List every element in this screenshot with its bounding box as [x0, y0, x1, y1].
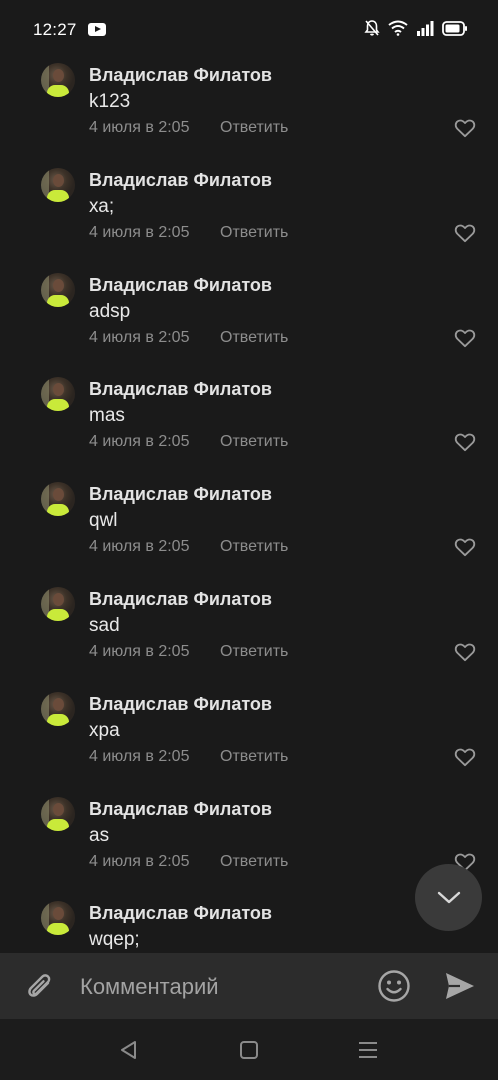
heart-icon[interactable] — [454, 747, 476, 767]
comment-author[interactable]: Владислав Филатов — [89, 589, 272, 610]
avatar[interactable] — [41, 272, 75, 307]
heart-icon[interactable] — [454, 223, 476, 243]
status-bar: 12:27 — [0, 0, 498, 58]
heart-icon[interactable] — [454, 432, 476, 452]
comment-date: 4 июля в 2:05 — [89, 433, 190, 451]
comment-text: adsp — [89, 300, 131, 322]
comment-text: k123 — [89, 91, 131, 112]
comment-date: 4 июля в 2:05 — [89, 642, 190, 660]
mute-bell-icon — [364, 20, 380, 36]
comment-input[interactable] — [78, 965, 367, 1009]
heart-icon[interactable] — [454, 537, 476, 557]
comment-author[interactable]: Владислав Филатов — [89, 484, 272, 505]
scroll-down-button[interactable] — [415, 864, 482, 931]
back-icon[interactable] — [117, 1038, 141, 1062]
status-icons — [364, 19, 468, 37]
comment-item: Владислав Филатов mas 4 июля в 2:05 Отве… — [0, 372, 498, 477]
comment-text: ха; — [89, 195, 115, 217]
comment-item: Владислав Филатов adsp 4 июля в 2:05 Отв… — [0, 268, 498, 373]
comment-author[interactable]: Владислав Филатов — [89, 379, 272, 400]
emoji-icon[interactable] — [377, 969, 411, 1003]
comment-text: mas — [89, 405, 125, 427]
comment-item: Владислав Филатов хра 4 июля в 2:05 Отве… — [0, 687, 498, 792]
comment-text: qwl — [89, 510, 118, 532]
avatar[interactable] — [41, 901, 75, 936]
reply-button[interactable]: Ответить — [220, 224, 288, 242]
avatar[interactable] — [41, 63, 75, 97]
comment-item: Владислав Филатов qwl 4 июля в 2:05 Отве… — [0, 477, 498, 582]
comment-text: wqep; — [89, 929, 140, 951]
reply-button[interactable]: Ответить — [220, 643, 288, 661]
reply-button[interactable]: Ответить — [220, 748, 288, 766]
navigation-bar — [0, 1019, 498, 1080]
comments-list[interactable]: Владислав Филатов k123 4 июля в 2:05 Отв… — [0, 58, 498, 953]
screen: 12:27 Владислав Филатов k123 4 июля в 2:… — [0, 0, 498, 1080]
comment-item: Владислав Филатов sad 4 июля в 2:05 Отве… — [0, 582, 498, 687]
comment-text: хра — [89, 719, 120, 741]
avatar[interactable] — [41, 691, 75, 726]
avatar[interactable] — [41, 586, 75, 621]
reply-button[interactable]: Ответить — [220, 329, 288, 347]
avatar[interactable] — [41, 796, 75, 831]
chevron-down-icon — [437, 891, 460, 903]
wifi-icon — [388, 20, 408, 36]
reply-button[interactable]: Ответить — [220, 119, 288, 137]
avatar[interactable] — [41, 377, 75, 412]
paperclip-icon[interactable] — [22, 969, 56, 1003]
comment-date: 4 июля в 2:05 — [89, 223, 190, 241]
comment-composer — [0, 953, 498, 1019]
heart-icon[interactable] — [454, 642, 476, 662]
comment-date: 4 июля в 2:05 — [89, 538, 190, 556]
reply-button[interactable]: Ответить — [220, 853, 288, 871]
heart-icon[interactable] — [454, 328, 476, 348]
comment-author[interactable]: Владислав Филатов — [89, 65, 272, 86]
comment-date: 4 июля в 2:05 — [89, 328, 190, 346]
comment-author[interactable]: Владислав Филатов — [89, 170, 272, 191]
reply-button[interactable]: Ответить — [220, 433, 288, 451]
comment-text: sad — [89, 614, 120, 636]
youtube-icon — [88, 23, 106, 36]
avatar[interactable] — [41, 167, 75, 202]
comment-author[interactable]: Владислав Филатов — [89, 903, 272, 924]
signal-icon — [417, 21, 434, 36]
status-time: 12:27 — [33, 20, 77, 39]
comment-date: 4 июля в 2:05 — [89, 747, 190, 765]
comment-item: Владислав Филатов ха; 4 июля в 2:05 Отве… — [0, 163, 498, 268]
send-icon[interactable] — [444, 971, 476, 1001]
recents-icon[interactable] — [356, 1038, 380, 1062]
reply-button[interactable]: Ответить — [220, 538, 288, 556]
comment-author[interactable]: Владислав Филатов — [89, 694, 272, 715]
comment-date: 4 июля в 2:05 — [89, 119, 190, 136]
comment-author[interactable]: Владислав Филатов — [89, 799, 272, 820]
comment-author[interactable]: Владислав Филатов — [89, 275, 272, 296]
comment-text: as — [89, 824, 110, 846]
heart-icon[interactable] — [454, 118, 476, 138]
home-icon[interactable] — [237, 1038, 261, 1062]
comment-item: Владислав Филатов k123 4 июля в 2:05 Отв… — [0, 58, 498, 163]
comment-date: 4 июля в 2:05 — [89, 852, 190, 870]
avatar[interactable] — [41, 482, 75, 517]
battery-icon — [442, 20, 467, 36]
